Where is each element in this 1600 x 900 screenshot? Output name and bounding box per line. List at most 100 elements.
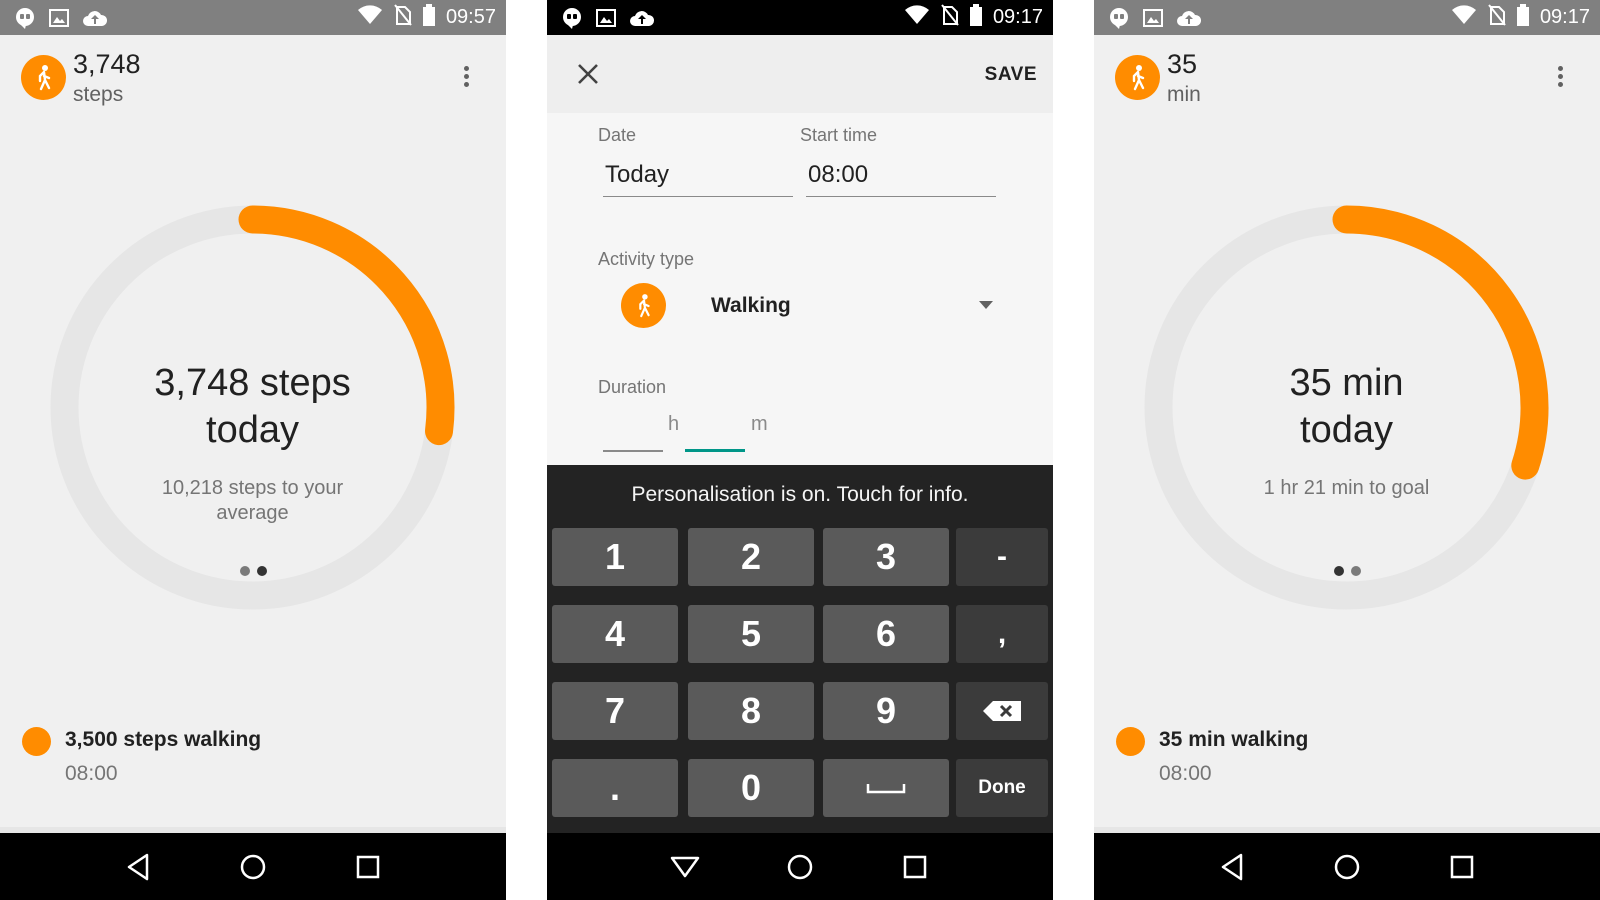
hangouts-icon [1108, 7, 1130, 34]
start-time-label: Start time [800, 125, 878, 145]
status-time: 09:17 [992, 6, 1043, 28]
progress-summary: 35 min today 1 hr 21 min to goal [1144, 360, 1549, 501]
header-unit: min [1167, 83, 1201, 106]
summary-line-2: today [206, 409, 299, 451]
key-8[interactable]: 8 [688, 682, 814, 740]
minutes-input[interactable] [685, 449, 745, 452]
nav-bar [1094, 833, 1600, 900]
page-dot [239, 566, 250, 576]
home-icon[interactable] [1327, 847, 1367, 887]
hide-keyboard-icon[interactable] [665, 847, 705, 887]
key-dot[interactable]: . [552, 759, 678, 817]
dropdown-arrow-icon[interactable] [979, 301, 993, 309]
battery-icon [1516, 4, 1529, 31]
wifi-icon [357, 5, 383, 30]
activity-dot [1116, 727, 1145, 756]
no-sim-icon [941, 4, 959, 31]
summary-line-2: today [1300, 409, 1393, 451]
home-icon[interactable] [780, 847, 820, 887]
numeric-keyboard: Personalisation is on. Touch for info. 1… [547, 465, 1053, 833]
minutes-unit: m [751, 413, 768, 435]
hours-input[interactable] [603, 450, 663, 452]
key-5[interactable]: 5 [688, 605, 814, 663]
hangouts-icon [561, 7, 583, 34]
page-indicator[interactable] [0, 566, 506, 576]
hangouts-icon [14, 7, 36, 34]
hours-unit: h [668, 413, 680, 435]
key-1[interactable]: 1 [552, 528, 678, 586]
back-icon[interactable] [118, 847, 158, 887]
nav-bar [0, 833, 506, 900]
home-icon[interactable] [233, 847, 273, 887]
key-7[interactable]: 7 [552, 682, 678, 740]
summary-line-1: 35 min [1289, 362, 1404, 404]
done-key[interactable]: Done [956, 759, 1048, 817]
activity-entry-title[interactable]: 3,500 steps walking [65, 728, 261, 752]
screen-add-activity: 09:17 SAVE Date Start time Today 08:00 A… [547, 0, 1053, 900]
battery-icon [969, 4, 982, 31]
overflow-menu-icon[interactable] [464, 66, 470, 87]
recents-icon[interactable] [348, 847, 388, 887]
status-time: 09:17 [1539, 6, 1590, 28]
progress-summary: 3,748 steps today 10,218 steps to your a… [50, 360, 455, 526]
screen-active-minutes: 09:17 35 min 35 min today 1 hr 21 min to… [1094, 0, 1600, 900]
status-bar: 09:57 [0, 0, 506, 35]
key-2[interactable]: 2 [688, 528, 814, 586]
keyboard-banner[interactable]: Personalisation is on. Touch for info. [547, 465, 1053, 525]
key-comma[interactable]: , [956, 605, 1048, 663]
close-icon[interactable] [575, 61, 601, 87]
status-time: 09:57 [445, 6, 496, 28]
image-icon [1143, 9, 1163, 32]
key-3[interactable]: 3 [823, 528, 949, 586]
key-9[interactable]: 9 [823, 682, 949, 740]
activity-type-label: Activity type [598, 249, 695, 269]
activity-entry-title[interactable]: 35 min walking [1159, 728, 1308, 752]
status-bar: 09:17 [547, 0, 1053, 35]
header-unit: steps [73, 83, 124, 106]
app-bar: SAVE [547, 35, 1053, 113]
summary-line-1: 3,748 steps [154, 362, 351, 404]
wifi-icon [904, 5, 930, 30]
overflow-menu-icon[interactable] [1558, 66, 1564, 87]
image-icon [596, 9, 616, 32]
nav-bar [547, 833, 1053, 900]
activity-form: Date Start time Today 08:00 Activity typ… [547, 113, 1053, 465]
page-indicator[interactable] [1094, 566, 1600, 576]
goal-hint-line-1: 10,218 steps to your [161, 477, 344, 499]
image-icon [49, 9, 69, 32]
battery-icon [422, 4, 435, 31]
recents-icon[interactable] [1442, 847, 1482, 887]
header-value: 3,748 [73, 49, 141, 79]
backspace-icon [983, 701, 1021, 721]
wifi-icon [1451, 5, 1477, 30]
header-value: 35 [1167, 49, 1198, 79]
space-key[interactable] [823, 759, 949, 817]
walking-icon [21, 55, 66, 100]
page-dot [1350, 566, 1361, 576]
cloud-upload-icon [1176, 8, 1202, 33]
date-label: Date [598, 125, 637, 145]
status-bar: 09:17 [1094, 0, 1600, 35]
key-6[interactable]: 6 [823, 605, 949, 663]
save-button[interactable]: SAVE [985, 64, 1037, 86]
activity-entry-time: 08:00 [1159, 762, 1212, 785]
recents-icon[interactable] [895, 847, 935, 887]
walking-icon [621, 283, 666, 328]
cloud-upload-icon [629, 8, 655, 33]
page-dot-active [256, 566, 267, 576]
key-0[interactable]: 0 [688, 759, 814, 817]
screen-steps: 09:57 3,748 steps 3,748 steps today 10,2… [0, 0, 506, 900]
activity-dot [22, 727, 51, 756]
key-dash[interactable]: - [956, 528, 1048, 586]
cloud-upload-icon [82, 8, 108, 33]
date-field[interactable]: Today [603, 161, 793, 197]
no-sim-icon [394, 4, 412, 31]
start-time-field[interactable]: 08:00 [806, 161, 996, 197]
page-dot-active [1333, 566, 1344, 576]
backspace-key[interactable] [956, 682, 1048, 740]
activity-type-select[interactable]: Walking [711, 294, 791, 318]
goal-hint-line-2: average [216, 502, 289, 524]
key-4[interactable]: 4 [552, 605, 678, 663]
space-icon [866, 784, 906, 794]
back-icon[interactable] [1212, 847, 1252, 887]
